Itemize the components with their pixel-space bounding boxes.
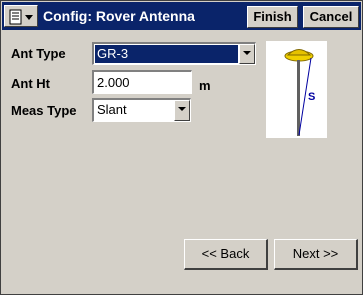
back-button[interactable]: << Back: [184, 239, 268, 270]
antenna-diagram: S: [266, 41, 327, 138]
slant-label: S: [308, 91, 316, 103]
config-window: Config: Rover Antenna Finish Cancel Ant …: [0, 0, 363, 295]
meas-type-dropdown-button[interactable]: [174, 100, 190, 121]
ant-ht-input[interactable]: 2.000: [92, 70, 192, 94]
menu-button[interactable]: [4, 5, 38, 27]
meas-type-select[interactable]: Slant: [92, 98, 191, 122]
menu-list-icon: [9, 9, 33, 25]
ant-ht-label: Ant Ht: [11, 76, 50, 91]
ant-type-dropdown-button[interactable]: [239, 44, 255, 64]
ant-ht-value: 2.000: [97, 75, 130, 90]
chevron-down-icon: [178, 107, 186, 111]
ant-type-value: GR-3: [95, 45, 238, 63]
ant-ht-unit: m: [199, 78, 211, 93]
chevron-down-icon: [243, 51, 251, 55]
finish-button[interactable]: Finish: [247, 6, 298, 28]
title-bar: Config: Rover Antenna Finish Cancel: [2, 2, 361, 30]
antenna-slant-icon: [284, 49, 314, 136]
meas-type-value: Slant: [97, 102, 127, 117]
next-button[interactable]: Next >>: [274, 239, 358, 270]
cancel-button[interactable]: Cancel: [303, 6, 359, 28]
window-title: Config: Rover Antenna: [43, 8, 195, 24]
ant-type-select[interactable]: GR-3: [92, 42, 256, 65]
ant-type-label: Ant Type: [11, 46, 66, 61]
meas-type-label: Meas Type: [11, 103, 77, 118]
